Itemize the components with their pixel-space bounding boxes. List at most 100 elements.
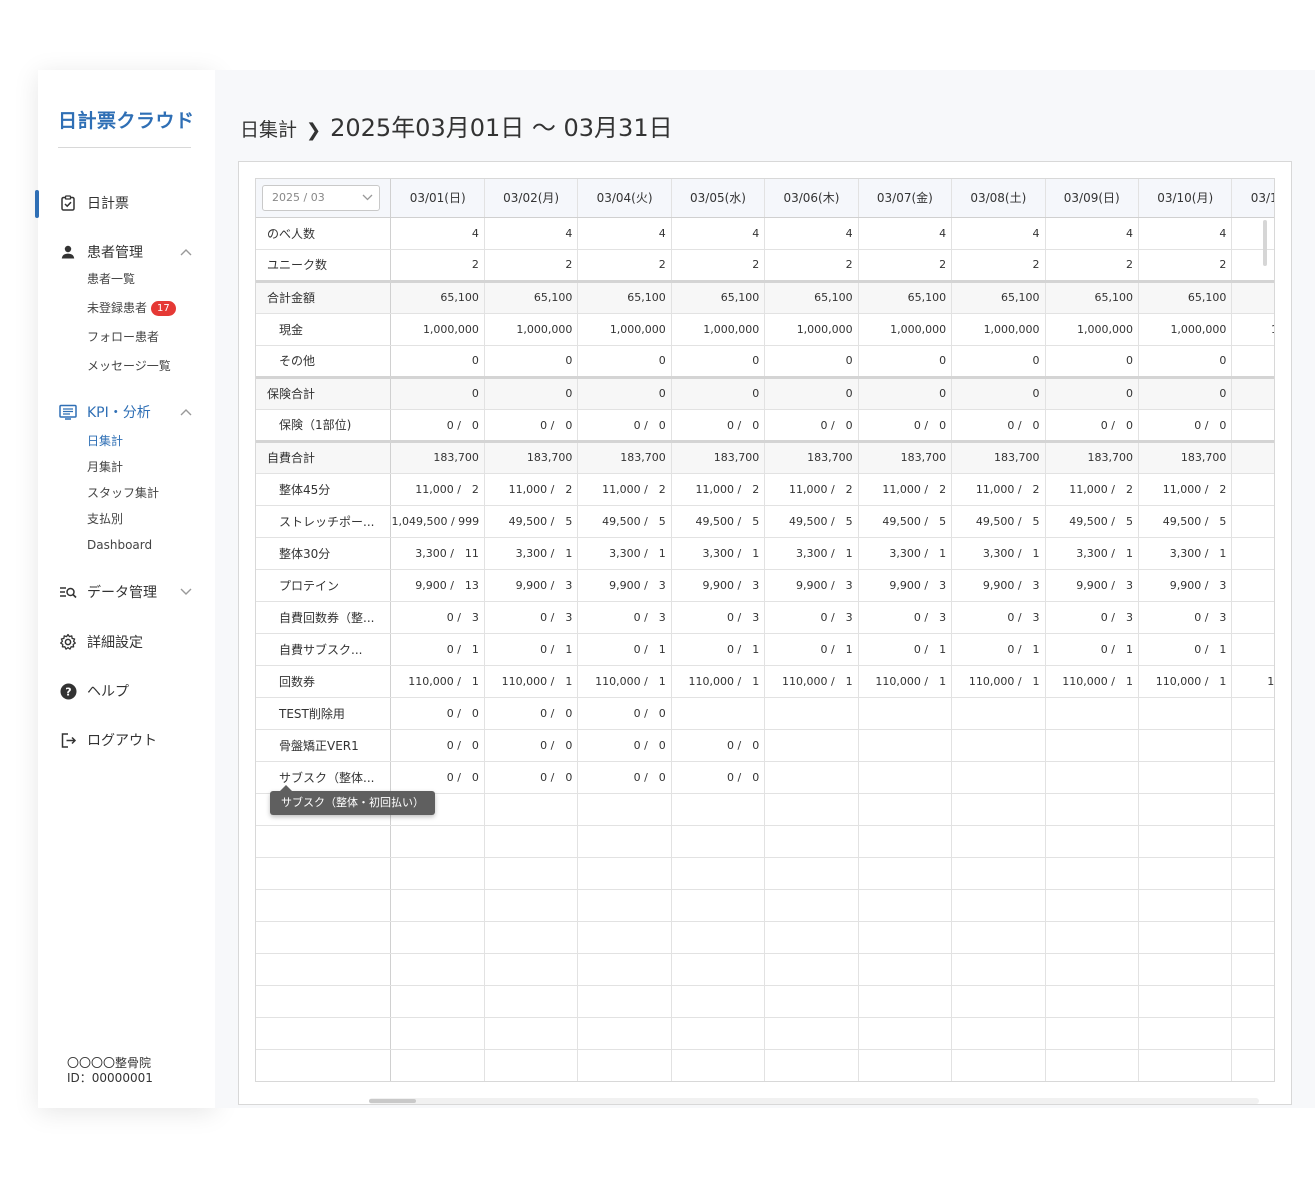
row-label[interactable]: TEST削除用 [256,697,392,730]
table-cell [1045,729,1139,762]
nav-detailed-settings[interactable]: 詳細設定 [59,630,143,654]
person-icon [59,243,77,261]
nav-logout[interactable]: ログアウト [59,728,157,752]
row-label[interactable]: 保険（1部位) [256,409,392,442]
nav-kpi-analysis[interactable]: KPI・分析 [59,400,151,424]
nav-message-list[interactable]: メッセージ一覧 [87,357,171,375]
table-cell: 0 / 3 [951,601,1046,634]
table-cell: 49,500 / 5 [671,505,766,538]
chevron-down-icon[interactable] [179,585,193,599]
row-label[interactable]: 現金 [256,313,392,346]
empty-cell [1138,953,1233,986]
row-label[interactable]: 自費サブスク... [256,633,392,666]
column-header-date: 03/08(土) [951,179,1046,218]
empty-cell [1045,921,1139,954]
nav-daily-sheet-label: 日計票 [87,196,129,212]
empty-cell [858,953,953,986]
nav-daily-sheet[interactable]: 日計票 [59,191,129,215]
empty-cell [256,1017,392,1050]
table-cell: 0 [764,345,859,378]
empty-table-row [256,825,1274,858]
nav-patient-management[interactable]: 患者管理 [59,240,143,264]
row-label[interactable]: 回数券 [256,665,392,698]
chevron-up-icon[interactable] [179,245,193,259]
month-select-value: 2025 / 03 [272,191,325,205]
empty-cell [764,921,859,954]
nav-by-payment[interactable]: 支払別 [87,510,123,528]
table-cell [1045,761,1139,794]
row-label[interactable]: サブスク（整体... [256,761,392,794]
empty-cell [764,1017,859,1050]
nav-help[interactable]: ? ヘルプ [59,679,129,703]
nav-patient-list[interactable]: 患者一覧 [87,270,135,288]
row-label[interactable]: プロテイン [256,569,392,602]
empty-cell [1231,1049,1274,1081]
empty-cell [858,889,953,922]
table-row: ストレッチポー... 1,049,500 / 999 49,500 / 5 49,50… [256,505,1274,538]
logout-icon [59,731,77,749]
row-label[interactable]: のべ人数 [256,217,392,250]
table-cell: 0 [764,375,859,410]
table-cell [1231,217,1274,250]
nav-follow-patients[interactable]: フォロー患者 [87,328,159,346]
nav-dashboard[interactable]: Dashboard [87,536,152,554]
horizontal-scrollbar-track[interactable] [369,1098,1259,1104]
nav-monthly-summary[interactable]: 月集計 [87,458,123,476]
table-cell: 4 [764,217,859,250]
table-cell: 0 / 0 [390,729,485,762]
nav-staff-summary[interactable]: スタッフ集計 [87,484,159,502]
nav-daily-summary[interactable]: 日集計 [87,432,123,450]
table-cell: 0 / 3 [1138,601,1233,634]
empty-cell [858,825,953,858]
row-label[interactable]: 整体45分 [256,473,392,506]
table-cell: 11,000 / 2 [764,473,859,506]
empty-cell [577,825,672,858]
table-cell: 9,900 / 3 [484,569,579,602]
empty-cell [484,953,579,986]
empty-cell [1045,825,1139,858]
daily-summary-table-scroll[interactable]: 2025 / 03 03/01(日) 03/02(月) 03/04(火) 03/05(… [255,178,1275,1082]
table-cell: 4 [577,217,672,250]
nav-data-management[interactable]: データ管理 [59,580,157,604]
row-label[interactable]: 自費合計 [256,439,392,474]
table-cell: 0 / 0 [577,697,672,730]
empty-cell [484,793,579,826]
breadcrumb-section[interactable]: 日集計 [240,115,297,142]
table-cell: 1,000,000 [1138,313,1233,346]
nav-unregistered-patients[interactable]: 未登録患者 17 [87,299,176,317]
empty-cell [1231,921,1274,954]
row-label[interactable]: 保険合計 [256,375,392,410]
table-cell: 0 / 1 [1138,633,1233,666]
row-label[interactable]: その他 [256,345,392,378]
table-cell [951,697,1046,730]
app-logo[interactable]: 日計票クラウド [58,106,195,133]
month-select[interactable]: 2025 / 03 [262,184,380,211]
nav-kpi-analysis-label: KPI・分析 [87,405,151,421]
row-label[interactable]: 骨盤矯正VER1 [256,729,392,762]
row-label[interactable]: 合計金額 [256,279,392,314]
row-label[interactable]: 整体30分 [256,537,392,570]
vertical-scrollbar[interactable] [1263,220,1267,266]
table-cell [1138,729,1233,762]
table-cell: 183,700 [951,439,1046,474]
row-label[interactable]: 自費回数券（整... [256,601,392,634]
row-label[interactable]: ユニーク数 [256,249,392,282]
horizontal-scrollbar-thumb[interactable] [369,1099,416,1103]
empty-cell [256,857,392,890]
empty-table-row [256,889,1274,922]
row-label[interactable]: ストレッチポー... [256,505,392,538]
table-cell: 183,700 [1045,439,1139,474]
column-header-date: 03/01(日) [390,179,485,218]
table-cell: 65,100 [1138,279,1233,314]
empty-cell [484,921,579,954]
table-cell: 183,700 [764,439,859,474]
table-cell: 65,100 [577,279,672,314]
table-cell: 0 [577,345,672,378]
chevron-up-icon[interactable] [179,405,193,419]
table-cell: 11,000 / [1231,473,1274,506]
table-cell: 110,000 / 1 [577,665,672,698]
table-cell: 0 / 0 [671,761,766,794]
table-cell: 11,000 / 2 [1045,473,1139,506]
empty-cell [390,857,485,890]
main-content: 日集計 ❯ 2025年03月01日 〜 03月31日 2025 / 03 03/… [215,70,1315,1108]
